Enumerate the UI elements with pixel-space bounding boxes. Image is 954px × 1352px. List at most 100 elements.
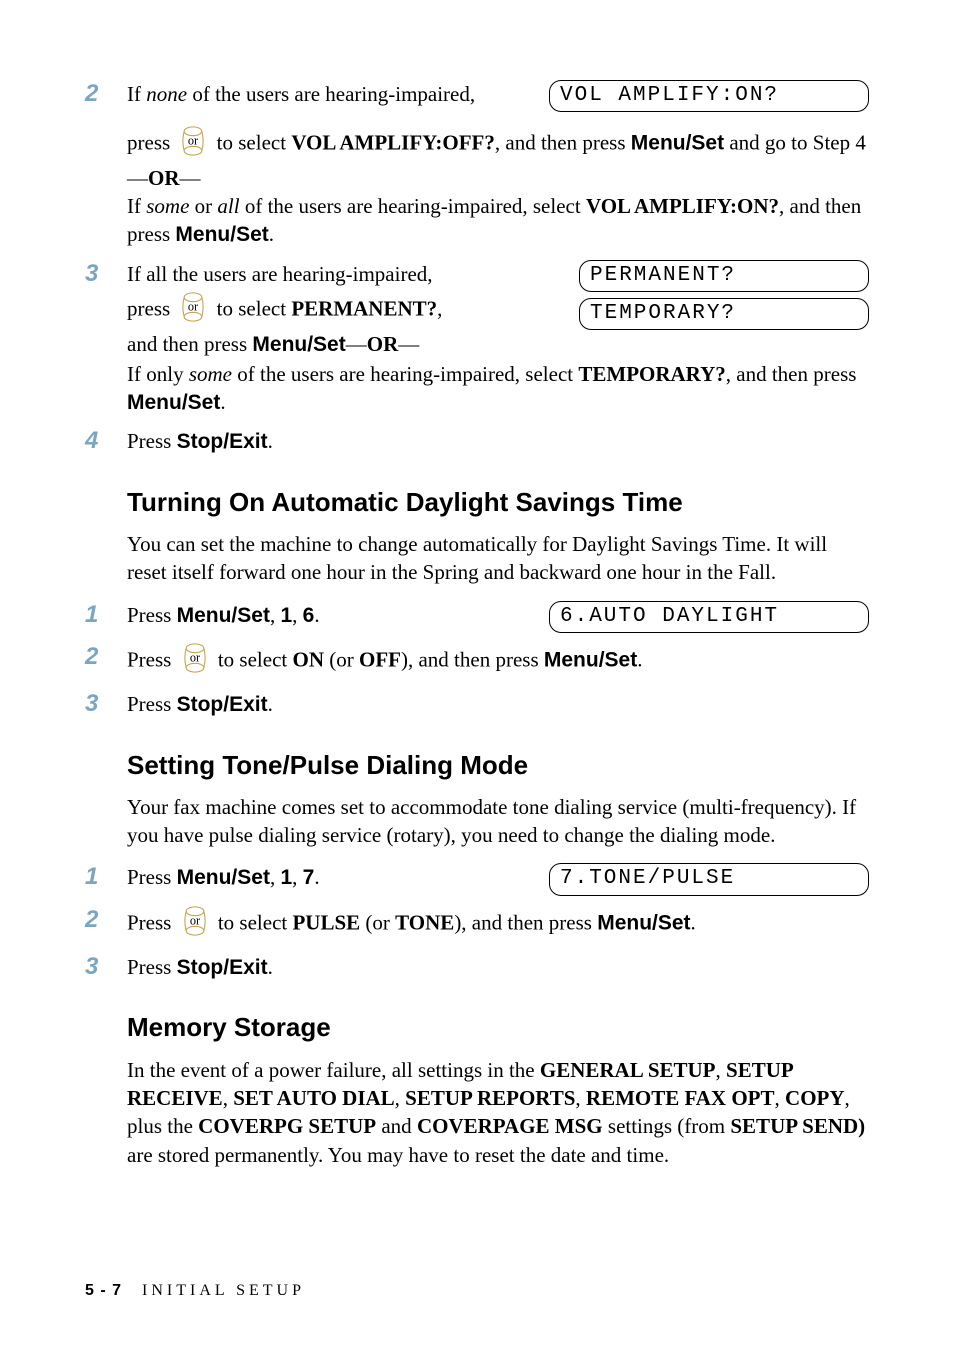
text: Press [127,910,177,934]
or-nav-icon [178,292,208,329]
text: . [220,390,225,414]
text: press [127,131,175,155]
button-label: Stop/Exit [177,693,268,716]
or-nav-icon [180,643,210,680]
step-body: Press Menu/Set, 1, 6. 6.AUTO DAYLIGHT [127,601,869,633]
text: If only [127,362,189,386]
option-label: OFF [359,647,401,671]
menu-name: COVERPG SETUP [198,1114,376,1138]
paragraph-daylight: You can set the machine to change automa… [127,530,869,587]
text: , [270,865,281,889]
text: , [437,297,442,321]
step-number: 4 [85,427,127,456]
or-nav-icon [180,906,210,943]
button-label: Menu/Set [127,391,220,414]
menu-name: REMOTE FAX OPT [586,1086,775,1110]
text: If [127,82,146,106]
option-label: ON [292,647,324,671]
step-number: 1 [85,601,127,630]
step-body: PERMANENT? TEMPORARY? If all the users a… [127,260,869,418]
key-label: 6 [303,604,315,627]
text: . [691,910,696,934]
menu-name: COVERPAGE MSG [417,1114,603,1138]
text: or [189,194,217,218]
text: to select [213,647,293,671]
step-body: Press Stop/Exit. [127,690,869,719]
text-emphasis: all [217,194,239,218]
text: . [268,692,273,716]
menu-name: COPY [785,1086,845,1110]
text: — [398,332,419,356]
menu-name: SET AUTO DIAL [233,1086,394,1110]
text: and then press [127,332,252,356]
text: , [575,1086,586,1110]
step-body: Press to select ON (or OFF), and then pr… [127,643,869,680]
menu-name: SETUP SEND) [730,1114,865,1138]
step-number: 3 [85,260,127,289]
step-4: 4 Press Stop/Exit. [85,427,869,456]
text: In the event of a power failure, all set… [127,1058,540,1082]
text-or: OR [367,332,399,356]
text: and [376,1114,417,1138]
button-label: Menu/Set [631,132,724,155]
step-body: Press Stop/Exit. [127,953,869,982]
button-label: Menu/Set [252,333,345,356]
option-label: VOL AMPLIFY:OFF? [291,131,495,155]
text: (or [324,647,359,671]
daylight-step-2: 2 Press to select ON (or OFF), and then … [85,643,869,680]
text: . [268,955,273,979]
button-label: Menu/Set [597,911,690,934]
section-name: INITIAL SETUP [142,1282,305,1299]
text-emphasis: some [189,362,232,386]
lcd-display: 7.TONE/PULSE [549,863,869,895]
option-label: PERMANENT? [291,297,437,321]
page-footer: 5 - 7 INITIAL SETUP [85,1280,305,1302]
text: . [268,429,273,453]
text: Press [127,955,177,979]
button-label: Stop/Exit [177,430,268,453]
text: , [395,1086,406,1110]
text: (or [360,910,395,934]
text-emphasis: some [146,194,189,218]
text: , [270,603,281,627]
heading-daylight: Turning On Automatic Daylight Savings Ti… [127,485,869,520]
text: of the users are hearing-impaired, [187,82,475,106]
daylight-step-1: 1 Press Menu/Set, 1, 6. 6.AUTO DAYLIGHT [85,601,869,633]
daylight-step-3: 3 Press Stop/Exit. [85,690,869,719]
step-3: 3 PERMANENT? TEMPORARY? If all the users… [85,260,869,418]
step-2: 2 If none of the users are hearing-impai… [85,80,869,250]
text: . [314,865,319,889]
step-body: Press to select PULSE (or TONE), and the… [127,906,869,943]
option-label: PULSE [292,910,360,934]
text: , [716,1058,727,1082]
or-nav-icon [178,126,208,163]
button-label: Stop/Exit [177,956,268,979]
key-label: 1 [280,604,292,627]
step-number: 2 [85,643,127,672]
step-number: 2 [85,80,127,109]
step-number: 3 [85,953,127,982]
key-label: 7 [303,866,315,889]
step-number: 1 [85,863,127,892]
text: — [180,166,201,190]
text: . [314,603,319,627]
text: , [292,603,303,627]
text: are stored permanently. You may have to … [127,1143,669,1167]
button-label: Menu/Set [177,866,270,889]
text: , [292,865,303,889]
text: , [223,1086,234,1110]
menu-name: SETUP REPORTS [405,1086,575,1110]
text: , and then press [495,131,631,155]
paragraph-tone: Your fax machine comes set to accommodat… [127,793,869,850]
menu-name: GENERAL SETUP [540,1058,716,1082]
option-label: TONE [395,910,454,934]
text: of the users are hearing-impaired, selec… [232,362,578,386]
text: . [637,647,642,671]
text: Press [127,692,177,716]
text: Press [127,429,177,453]
tone-step-3: 3 Press Stop/Exit. [85,953,869,982]
lcd-display: 6.AUTO DAYLIGHT [549,601,869,633]
text: , [775,1086,786,1110]
step-body: Press Stop/Exit. [127,427,869,456]
text: of the users are hearing-impaired, selec… [240,194,586,218]
